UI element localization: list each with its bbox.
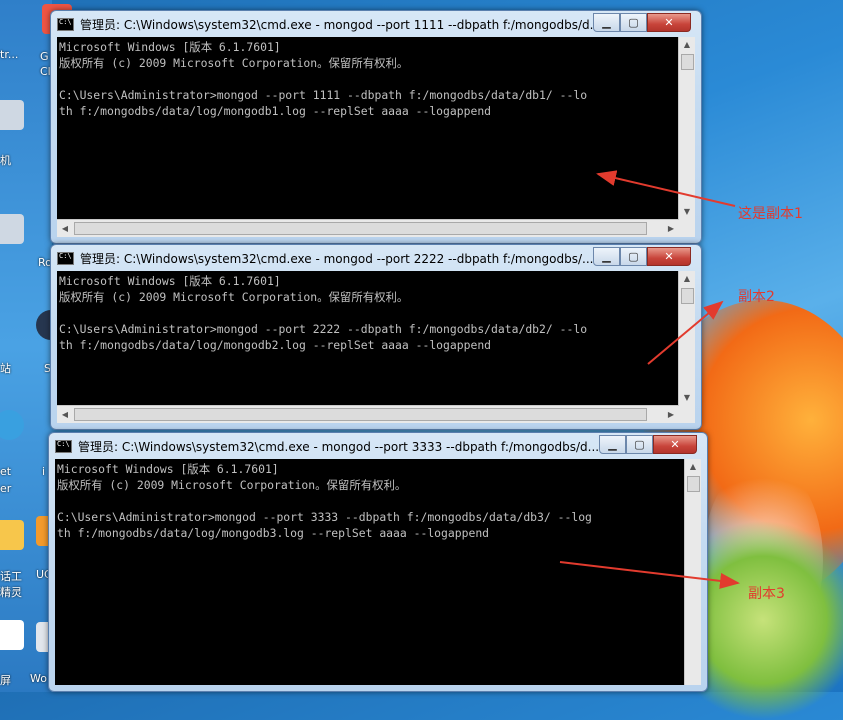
annotation-replica-3: 副本3	[748, 586, 785, 602]
annotation-replica-2: 副本2	[738, 289, 775, 305]
annotation-arrows	[559, 170, 740, 589]
arrow-replica-1	[596, 170, 736, 207]
arrow-replica-2	[647, 300, 724, 365]
arrow-replica-3	[559, 561, 740, 589]
annotation-replica-1: 这是副本1	[738, 206, 803, 222]
